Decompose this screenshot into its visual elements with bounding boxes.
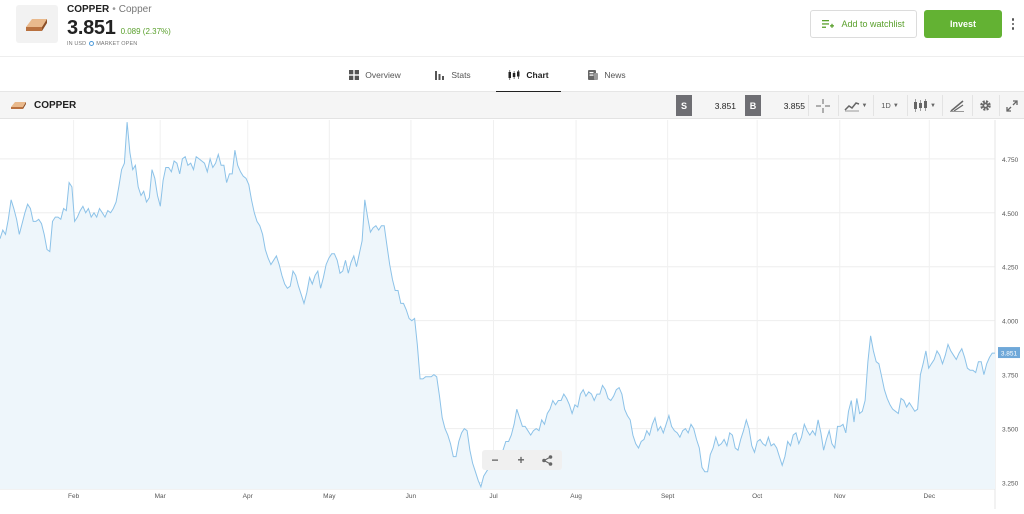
- drawing-icon[interactable]: [942, 95, 971, 116]
- price-area: [0, 122, 995, 489]
- x-tick-label: Jul: [489, 493, 498, 500]
- price-change: 0.089 (2.37%): [120, 27, 171, 36]
- bar-chart-icon: [435, 70, 445, 80]
- sell-price: 3.851: [714, 100, 736, 111]
- candles-icon: [508, 69, 520, 80]
- x-tick-label: Oct: [752, 493, 762, 500]
- interval-label: 1D: [881, 101, 891, 110]
- x-tick-label: Jun: [406, 493, 417, 500]
- chart-type-icon: [843, 101, 859, 111]
- tab-chart[interactable]: Chart: [496, 57, 561, 93]
- tab-stats[interactable]: Stats: [428, 57, 478, 92]
- buy-button[interactable]: B: [745, 95, 761, 116]
- chart-toolbar: COPPER S 3.851 B 3.855 ▼ 1D ▼ ▼: [0, 92, 1024, 119]
- price-chart[interactable]: 4.750 4.500 4.250 4.000 3.750 3.500 3.250 Feb Ma…: [0, 120, 1024, 509]
- add-to-watchlist-button[interactable]: Add to watchlist: [810, 10, 917, 38]
- instrument-header: COPPER • Copper 3.851 0.089 (2.37%) IN USD…: [0, 0, 1024, 56]
- market-status: MARKET OPEN: [96, 41, 138, 47]
- tab-label: Stats: [451, 69, 471, 80]
- instrument-tabs: Overview Stats Chart News: [0, 56, 1024, 93]
- invest-button[interactable]: Invest: [924, 10, 1002, 38]
- invest-label: Invest: [949, 19, 976, 29]
- zoom-in-button[interactable]: +: [508, 450, 534, 470]
- tab-label: News: [604, 69, 626, 80]
- zoom-out-button[interactable]: −: [482, 450, 508, 470]
- zoom-controls: − +: [482, 450, 562, 470]
- chart-symbol: COPPER: [34, 100, 77, 111]
- buy-price: 3.855: [783, 100, 805, 111]
- x-tick-label: Sept: [661, 493, 675, 500]
- last-price-label: 3.851: [1001, 351, 1018, 358]
- y-tick-label: 4.500: [1002, 211, 1019, 218]
- chevron-down-icon: ▼: [930, 102, 936, 109]
- separator: •: [112, 4, 116, 15]
- tab-news[interactable]: News: [577, 57, 637, 92]
- x-tick-label: Dec: [924, 493, 936, 500]
- chevron-down-icon: ▼: [861, 102, 868, 109]
- settings-icon[interactable]: [972, 95, 998, 116]
- copper-bar-icon: [16, 5, 58, 43]
- x-tick-label: Nov: [834, 493, 846, 500]
- y-tick-label: 3.500: [1002, 427, 1019, 434]
- x-tick-label: Apr: [243, 493, 254, 500]
- share-icon[interactable]: [534, 450, 560, 470]
- sell-label: S: [680, 100, 687, 111]
- watchlist-label: Add to watchlist: [841, 19, 905, 29]
- x-tick-label: May: [323, 493, 336, 500]
- current-price: 3.851: [67, 17, 116, 39]
- crosshair-icon[interactable]: [808, 95, 837, 116]
- y-tick-label: 3.750: [1002, 373, 1019, 380]
- x-tick-label: Aug: [570, 493, 582, 500]
- buy-label: B: [749, 100, 757, 111]
- y-tick-label: 4.750: [1002, 157, 1019, 164]
- instrument-info: COPPER • Copper 3.851 0.089 (2.37%) IN USD…: [67, 4, 171, 47]
- indicators-selector[interactable]: ▼: [907, 95, 941, 116]
- fullscreen-icon[interactable]: [999, 95, 1024, 116]
- y-tick-label: 3.250: [1002, 481, 1019, 488]
- clock-icon: [89, 41, 95, 47]
- copper-bar-icon: [11, 102, 26, 109]
- currency-note: IN USD: [67, 41, 87, 47]
- instrument-symbol: COPPER: [67, 4, 110, 15]
- y-tick-label: 4.000: [1002, 319, 1019, 326]
- x-tick-label: Mar: [155, 493, 167, 500]
- tab-overview[interactable]: Overview: [340, 57, 410, 92]
- x-tick-label: Feb: [68, 493, 80, 500]
- instrument-name: Copper: [118, 4, 152, 15]
- news-icon: [588, 69, 599, 80]
- interval-selector[interactable]: 1D ▼: [873, 95, 906, 116]
- add-to-list-icon: [822, 20, 835, 28]
- indicators-icon: [914, 99, 928, 112]
- tab-label: Overview: [365, 69, 401, 80]
- tab-label: Chart: [526, 69, 549, 80]
- more-vertical-icon[interactable]: [1006, 12, 1020, 36]
- y-tick-label: 4.250: [1002, 265, 1019, 272]
- sell-button[interactable]: S: [676, 95, 692, 116]
- chart-type-selector[interactable]: ▼: [838, 95, 872, 116]
- grid-icon: [349, 69, 360, 80]
- chevron-down-icon: ▼: [892, 102, 899, 109]
